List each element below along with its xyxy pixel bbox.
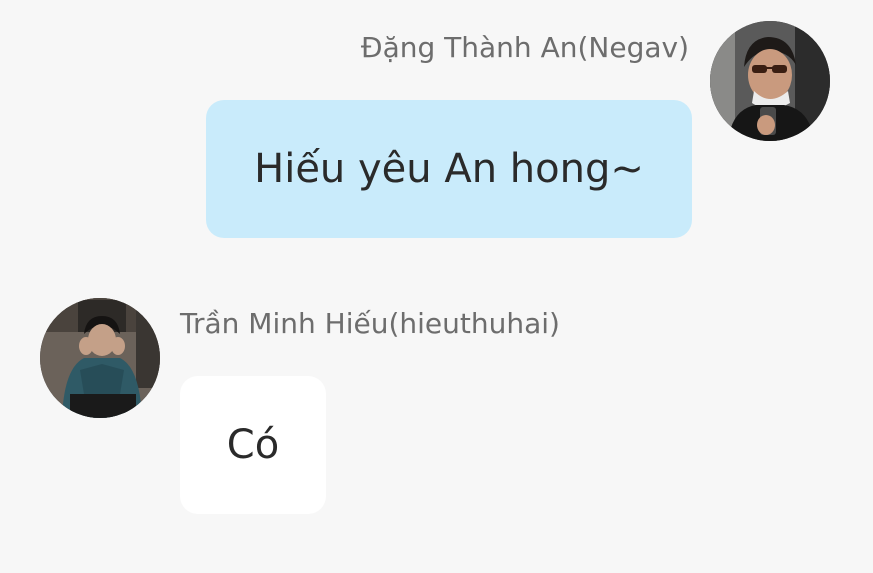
message-bubble[interactable]: Hiếu yêu An hong~ [206, 100, 692, 238]
sender-name: Trần Minh Hiếu(hieuthuhai) [180, 307, 560, 340]
avatar[interactable] [710, 21, 830, 141]
avatar[interactable] [40, 298, 160, 418]
message-bubble[interactable]: Có [180, 376, 326, 514]
sender-name: Đặng Thành An(Negav) [360, 31, 689, 64]
